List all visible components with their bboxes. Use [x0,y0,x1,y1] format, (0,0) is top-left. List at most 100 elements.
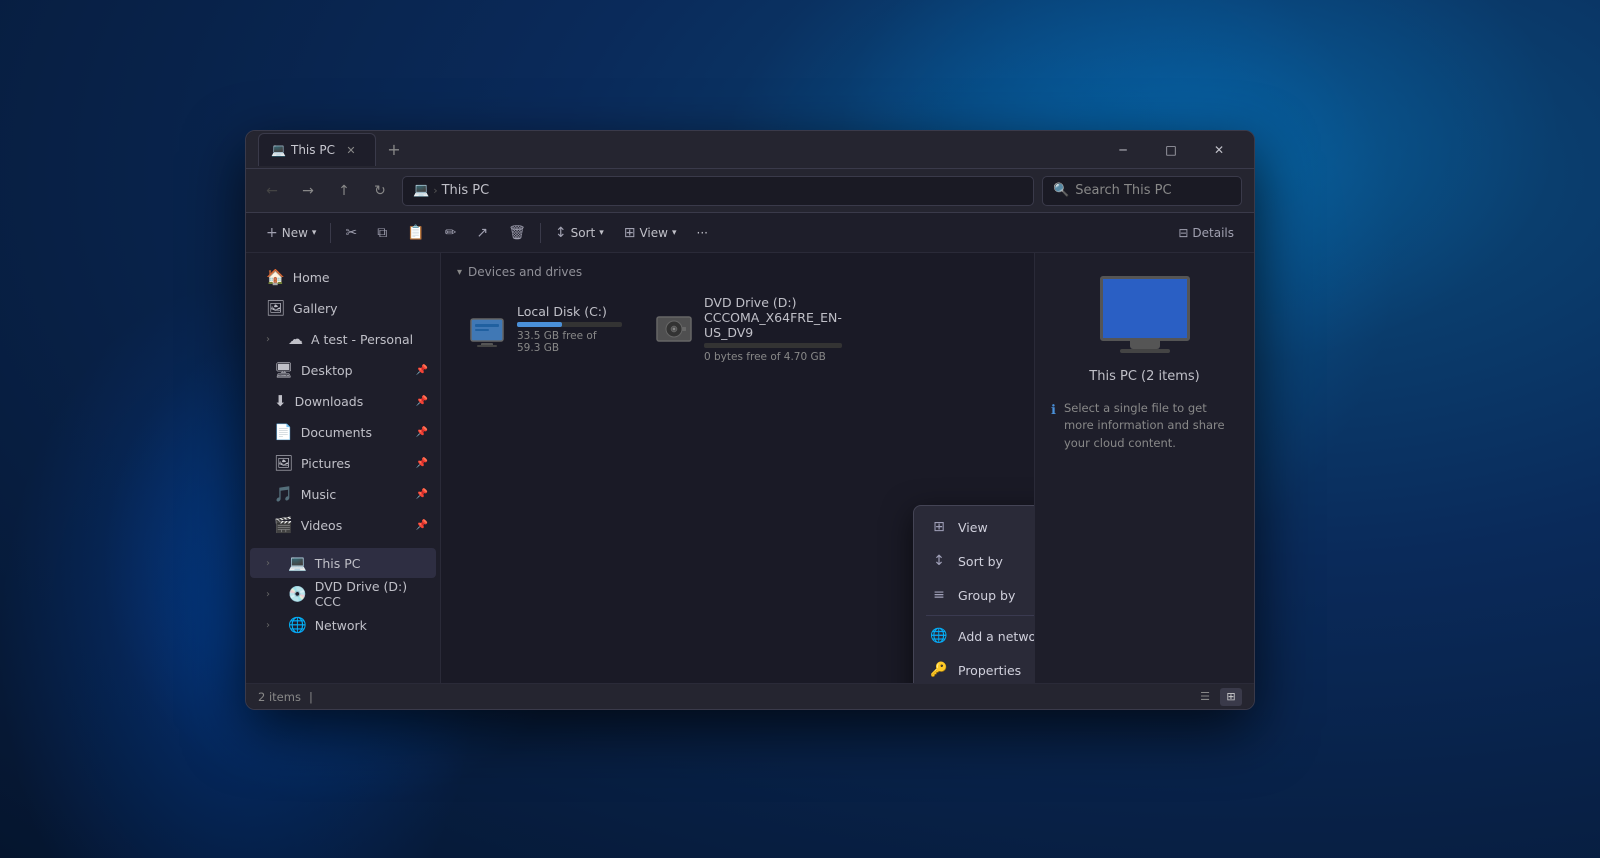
share-button[interactable]: ↗ [468,219,496,247]
desktop-icon: 🖥 [274,361,293,379]
copy-button[interactable]: ⧉ [369,219,395,247]
breadcrumb-bar[interactable]: 💻 › This PC [402,176,1034,206]
group-ctx-icon: ≡ [930,587,948,603]
rename-icon: ✏ [445,225,457,241]
sidebar-label-gallery: Gallery [293,301,428,316]
pin-icon-videos: 📌 [416,520,428,531]
delete-icon: 🗑 [508,225,526,241]
drive-item-c[interactable]: Local Disk (C:) 33.5 GB free of 59.3 GB [457,289,632,369]
content-area: ▾ Devices and drives [441,253,1034,683]
new-tab-button[interactable]: + [380,136,408,164]
context-menu-add-network[interactable]: 🌐 Add a network location [918,619,1034,653]
sidebar-item-atest[interactable]: › ☁ A test - Personal [250,324,436,354]
forward-button[interactable]: → [294,177,322,205]
search-icon: 🔍 [1053,183,1069,198]
tab-close-button[interactable]: ✕ [339,138,363,162]
context-menu-group-by[interactable]: ≡ Group by › [918,578,1034,612]
sidebar-label-documents: Documents [301,425,408,440]
drive-name-c: Local Disk (C:) [517,304,622,319]
minimize-button[interactable]: ─ [1100,134,1146,166]
music-icon: 🎵 [274,485,293,503]
pin-icon-downloads: 📌 [416,396,428,407]
context-menu-sort-by[interactable]: ↕ Sort by › [918,544,1034,578]
delete-button[interactable]: 🗑 [500,219,534,247]
downloads-icon: ⬇ [274,392,287,410]
monitor-stand [1130,341,1160,349]
back-button[interactable]: ← [258,177,286,205]
sidebar-label-atest: A test - Personal [311,332,428,347]
tab-monitor-icon: 💻 [271,143,285,157]
view-button[interactable]: ⊞ View ▾ [616,219,685,247]
group-ctx-label: Group by [958,588,1034,603]
sidebar-label-network: Network [315,618,428,633]
tab-this-pc[interactable]: 💻 This PC ✕ [258,133,376,166]
more-button[interactable]: ··· [689,219,716,247]
view-grid-button[interactable]: ⊞ [1220,688,1242,706]
view-ctx-label: View [958,520,1034,535]
details-button[interactable]: ⊟ Details [1170,219,1242,247]
network-icon: 🌐 [288,616,307,634]
sidebar-item-desktop[interactable]: 🖥 Desktop 📌 [250,355,436,385]
sidebar-item-this-pc[interactable]: › 💻 This PC [250,548,436,578]
context-menu-properties[interactable]: 🔑 Properties Alt+Enter [918,653,1034,683]
expand-icon-network: › [266,620,280,631]
drives-row: Local Disk (C:) 33.5 GB free of 59.3 GB [457,289,1018,369]
context-menu-view[interactable]: ⊞ View › [918,510,1034,544]
new-icon: + [266,225,278,241]
status-sep: | [309,690,313,704]
details-icon: ⊟ [1178,226,1188,240]
status-count: 2 items [258,690,301,704]
new-button[interactable]: + New ▾ [258,219,324,247]
dvd-icon: 💿 [288,585,307,603]
main-area: 🏠 Home 🖼 Gallery › ☁ A test - Personal 🖥… [246,253,1254,683]
sidebar-item-pictures[interactable]: 🖼 Pictures 📌 [250,448,436,478]
sidebar-label-music: Music [301,487,408,502]
section-header: ▾ Devices and drives [457,265,1018,279]
rename-button[interactable]: ✏ [437,219,465,247]
search-placeholder: Search This PC [1075,183,1171,198]
paste-button[interactable]: 📋 [399,219,432,247]
drive-bar-container-c [517,322,622,327]
monitor-graphic [1095,273,1195,353]
view-list-button[interactable]: ☰ [1194,688,1216,706]
sidebar-item-documents[interactable]: 📄 Documents 📌 [250,417,436,447]
drive-icon-d [654,309,694,349]
up-button[interactable]: ↑ [330,177,358,205]
refresh-button[interactable]: ↻ [366,177,394,205]
home-icon: 🏠 [266,268,285,286]
this-pc-icon: 💻 [288,554,307,572]
status-bar-right: ☰ ⊞ [1194,688,1242,706]
status-bar: 2 items | ☰ ⊞ [246,683,1254,709]
sidebar-item-videos[interactable]: 🎬 Videos 📌 [250,510,436,540]
drive-space-d: 0 bytes free of 4.70 GB [704,351,842,363]
sidebar-item-network[interactable]: › 🌐 Network [250,610,436,640]
sidebar-label-home: Home [293,270,428,285]
sidebar-item-downloads[interactable]: ⬇ Downloads 📌 [250,386,436,416]
navigation-bar: ← → ↑ ↻ 💻 › This PC 🔍 Search This PC [246,169,1254,213]
right-panel-title: This PC (2 items) [1089,369,1199,384]
search-bar[interactable]: 🔍 Search This PC [1042,176,1242,206]
toolbar-separator-1 [330,223,331,243]
sidebar-item-music[interactable]: 🎵 Music 📌 [250,479,436,509]
sidebar-item-dvd[interactable]: › 💿 DVD Drive (D:) CCC [250,579,436,609]
maximize-button[interactable]: □ [1148,134,1194,166]
section-label: Devices and drives [468,265,582,279]
sort-dropdown-icon: ▾ [599,228,604,238]
breadcrumb-monitor-icon: 💻 [413,183,429,198]
share-icon: ↗ [476,225,488,241]
pictures-icon: 🖼 [274,454,293,472]
sort-label: Sort [571,226,596,240]
view-ctx-icon: ⊞ [930,519,948,535]
info-icon: ℹ [1051,401,1056,421]
sidebar-item-home[interactable]: 🏠 Home [250,262,436,292]
drive-name-d: DVD Drive (D:) CCCOMA_X64FRE_EN-US_DV9 [704,295,842,340]
drive-icon-c [467,309,507,349]
cut-button[interactable]: ✂ [337,219,365,247]
close-button[interactable]: ✕ [1196,134,1242,166]
add-network-ctx-label: Add a network location [958,629,1034,644]
sidebar-item-gallery[interactable]: 🖼 Gallery [250,293,436,323]
drive-item-d[interactable]: DVD Drive (D:) CCCOMA_X64FRE_EN-US_DV9 0… [644,289,819,369]
cloud-icon: ☁ [288,330,303,348]
monitor-base [1120,349,1170,353]
sort-button[interactable]: ↕ Sort ▾ [547,219,612,247]
